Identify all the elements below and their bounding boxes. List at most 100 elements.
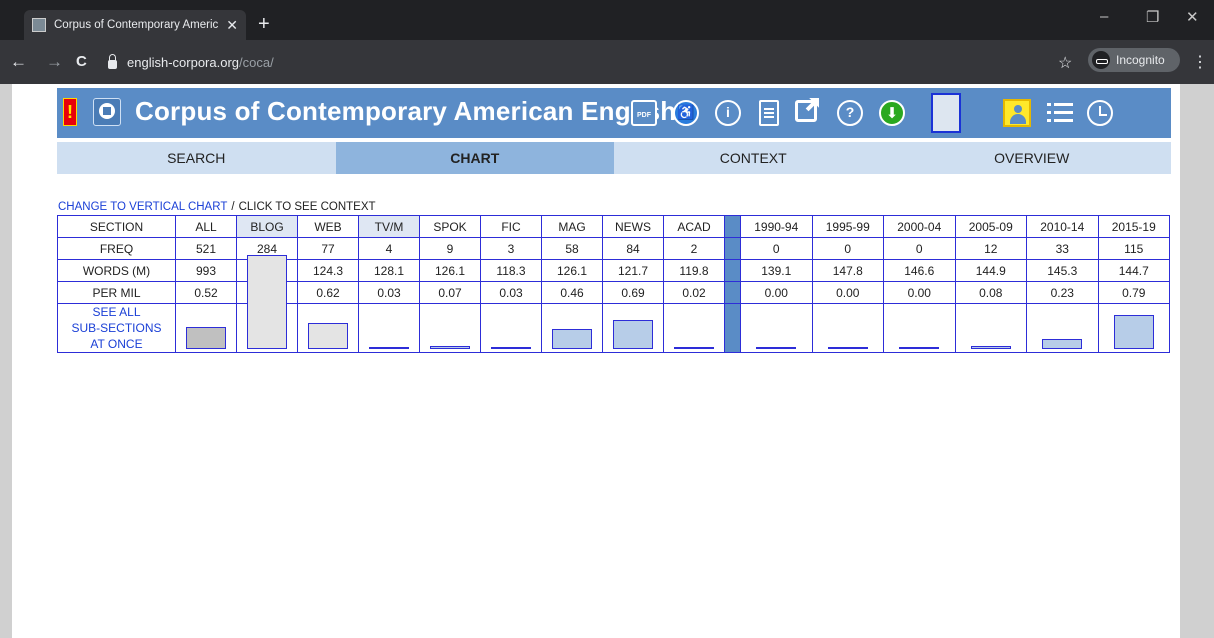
genre-header[interactable]: FIC xyxy=(480,215,542,238)
new-tab-button[interactable]: + xyxy=(258,14,270,34)
see-all-link[interactable]: SEE ALL SUB-SECTIONS AT ONCE xyxy=(57,303,176,353)
freq-cell[interactable]: 2 xyxy=(663,237,725,260)
chart-links: CHANGE TO VERTICAL CHART / CLICK TO SEE CO… xyxy=(58,201,376,213)
page-content: ! Corpus of Contemporary American Englis… xyxy=(12,84,1180,638)
frequency-bar[interactable] xyxy=(756,347,797,349)
bar-cell xyxy=(811,303,884,353)
frequency-bar[interactable] xyxy=(1113,315,1154,349)
bar-cell xyxy=(883,303,956,353)
permil-cell: 0.23 xyxy=(1026,281,1099,304)
freq-cell[interactable]: 9 xyxy=(419,237,481,260)
table-row-words: WORDS (M)993128.6124.3128.1126.1118.3126… xyxy=(57,259,1170,282)
permil-cell: 0.02 xyxy=(663,281,725,304)
tab-context[interactable]: CONTEXT xyxy=(614,142,893,174)
freq-cell[interactable]: 0 xyxy=(811,237,884,260)
alert-icon[interactable]: ! xyxy=(63,98,77,126)
freq-cell[interactable]: 77 xyxy=(297,237,359,260)
user-icon[interactable] xyxy=(1003,99,1031,127)
frequency-bar[interactable] xyxy=(827,347,868,349)
permil-cell: 0.03 xyxy=(480,281,542,304)
freq-cell[interactable]: 4 xyxy=(358,237,420,260)
bar-cell xyxy=(419,303,481,353)
period-header[interactable]: 2000-04 xyxy=(883,215,956,238)
vertical-chart-link[interactable]: CHANGE TO VERTICAL CHART xyxy=(58,201,227,213)
permil-cell: 0.46 xyxy=(541,281,603,304)
freq-cell[interactable]: 84 xyxy=(602,237,664,260)
help-icon[interactable]: ? xyxy=(837,100,863,126)
tab-close-icon[interactable]: ✕ xyxy=(226,17,238,34)
freq-cell[interactable]: 3 xyxy=(480,237,542,260)
info-icon[interactable]: i xyxy=(715,100,741,126)
tab-search[interactable]: SEARCH xyxy=(57,142,336,174)
freq-cell[interactable]: 33 xyxy=(1026,237,1099,260)
frequency-bar[interactable] xyxy=(1042,339,1083,349)
period-header[interactable]: 2015-19 xyxy=(1097,215,1170,238)
permil-cell: 0.79 xyxy=(1097,281,1170,304)
freq-cell[interactable]: 115 xyxy=(1097,237,1170,260)
download-icon[interactable] xyxy=(879,100,905,126)
back-icon[interactable]: ← xyxy=(10,52,27,72)
permil-cell: 0.07 xyxy=(419,281,481,304)
genre-header[interactable]: TV/M xyxy=(358,215,420,238)
freq-cell[interactable]: 12 xyxy=(954,237,1027,260)
frequency-bar[interactable] xyxy=(430,346,470,349)
frequency-bar[interactable] xyxy=(970,346,1011,349)
browser-menu-icon[interactable]: ⋮ xyxy=(1192,52,1208,72)
minimize-button[interactable]: – xyxy=(1100,8,1108,25)
frequency-bar[interactable] xyxy=(552,329,592,349)
freq-cell[interactable]: 0 xyxy=(740,237,813,260)
period-header[interactable]: 1990-94 xyxy=(740,215,813,238)
thumbnail-icon[interactable] xyxy=(931,93,961,133)
genre-header[interactable]: WEB xyxy=(297,215,359,238)
permil-cell: 0.00 xyxy=(811,281,884,304)
bookmark-star-icon[interactable]: ☆ xyxy=(1058,53,1072,73)
frequency-bar[interactable] xyxy=(308,323,348,349)
freq-cell[interactable]: 0 xyxy=(883,237,956,260)
freq-cell[interactable]: 58 xyxy=(541,237,603,260)
genre-header[interactable]: ALL xyxy=(175,215,237,238)
url-field[interactable]: english-corpora.org /coca/ xyxy=(108,48,1073,76)
period-header[interactable]: 1995-99 xyxy=(811,215,884,238)
frequency-bar[interactable] xyxy=(899,347,940,349)
genre-header[interactable]: ACAD xyxy=(663,215,725,238)
column-divider xyxy=(724,215,741,238)
genre-header[interactable]: MAG xyxy=(541,215,603,238)
link-separator: / xyxy=(231,201,235,213)
frequency-bar[interactable] xyxy=(369,347,409,349)
document-icon[interactable] xyxy=(759,100,779,126)
words-cell: 126.1 xyxy=(541,259,603,282)
period-header[interactable]: 2005-09 xyxy=(954,215,1027,238)
frequency-chart: SECTION ALL BLOG WEB TV/M SPOK FIC MAG NEWS ACAD 1… xyxy=(57,215,1170,353)
home-icon[interactable] xyxy=(93,98,121,126)
freq-cell[interactable]: 521 xyxy=(175,237,237,260)
external-link-icon[interactable] xyxy=(795,100,817,122)
tab-title: Corpus of Contemporary Americ xyxy=(54,19,219,31)
period-header[interactable]: 2010-14 xyxy=(1026,215,1099,238)
permil-cell: 0.08 xyxy=(954,281,1027,304)
bar-cell xyxy=(480,303,542,353)
lock-icon xyxy=(108,53,117,69)
frequency-bar[interactable] xyxy=(613,320,653,349)
genre-header[interactable]: NEWS xyxy=(602,215,664,238)
browser-tab[interactable]: Corpus of Contemporary Americ ✕ xyxy=(24,10,246,40)
words-cell: 126.1 xyxy=(419,259,481,282)
frequency-bar[interactable] xyxy=(186,327,226,349)
accessibility-icon[interactable]: ♿ xyxy=(673,100,699,126)
frequency-bar[interactable] xyxy=(674,347,714,349)
frequency-bar[interactable] xyxy=(491,347,531,349)
frequency-bar[interactable] xyxy=(247,255,287,349)
genre-header[interactable]: SPOK xyxy=(419,215,481,238)
incognito-badge[interactable]: Incognito xyxy=(1088,48,1180,72)
restore-button[interactable]: ❐ xyxy=(1146,8,1159,26)
tab-overview[interactable]: OVERVIEW xyxy=(892,142,1171,174)
history-icon[interactable] xyxy=(1087,100,1113,126)
close-window-button[interactable]: ✕ xyxy=(1186,8,1199,26)
list-icon[interactable] xyxy=(1047,102,1073,124)
permil-cell: 0.00 xyxy=(740,281,813,304)
forward-icon[interactable]: → xyxy=(46,52,63,72)
tab-chart[interactable]: CHART xyxy=(335,142,614,174)
see-all-line: SUB-SECTIONS xyxy=(71,321,162,335)
genre-header[interactable]: BLOG xyxy=(236,215,298,238)
pdf-icon[interactable]: PDF xyxy=(631,100,657,126)
reload-icon[interactable]: C xyxy=(76,53,87,70)
